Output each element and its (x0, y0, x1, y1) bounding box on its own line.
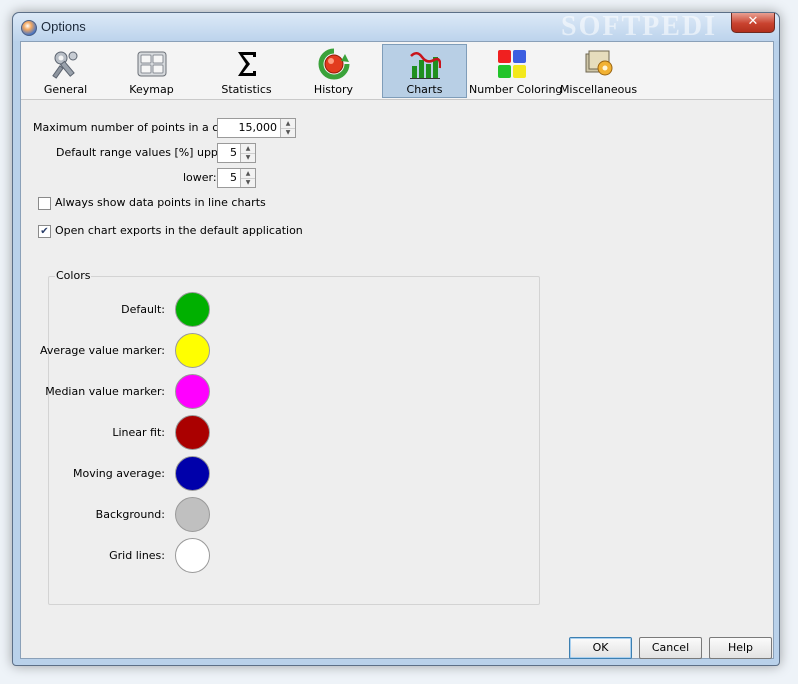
range-lower-label: lower: (183, 171, 217, 184)
open-exports-label[interactable]: Open chart exports in the default applic… (55, 224, 303, 237)
color-swatch-median-marker[interactable] (175, 374, 210, 409)
tab-number-coloring-label: Number Coloring (469, 83, 563, 96)
color-label-average-marker: Average value marker: (40, 344, 165, 357)
range-upper-label: Default range values [%] upper: (56, 146, 233, 159)
color-label-linear-fit: Linear fit: (112, 426, 165, 439)
color-label-moving-average: Moving average: (73, 467, 165, 480)
color-label-median-marker: Median value marker: (45, 385, 165, 398)
tab-charts[interactable]: Charts (382, 44, 467, 98)
colors-group-title: Colors (55, 269, 92, 282)
color-swatch-linear-fit[interactable] (175, 415, 210, 450)
checkmark-icon: ✔ (40, 226, 49, 237)
help-button[interactable]: Help (709, 637, 772, 659)
tab-miscellaneous[interactable]: Miscellaneous (556, 44, 641, 98)
color-label-grid-lines: Grid lines: (109, 549, 165, 562)
color-swatch-default[interactable] (175, 292, 210, 327)
always-show-points-checkbox[interactable] (38, 197, 51, 210)
color-swatch-background[interactable] (175, 497, 210, 532)
color-swatch-moving-average[interactable] (175, 456, 210, 491)
tab-statistics[interactable]: Statistics (204, 44, 289, 98)
app-icon (21, 20, 37, 36)
range-upper-spinner[interactable]: 5 ▲ ▼ (217, 143, 256, 163)
chart-icon (409, 52, 441, 79)
tab-statistics-label: Statistics (221, 83, 272, 96)
color-squares-icon (498, 50, 526, 78)
window-title: Options (41, 19, 86, 34)
keyboard-icon (137, 51, 166, 77)
spinner-down-icon[interactable]: ▼ (241, 178, 255, 187)
tab-history-label: History (313, 83, 354, 96)
misc-icon (585, 50, 612, 76)
open-exports-checkbox[interactable]: ✔ (38, 225, 51, 238)
color-swatch-grid-lines[interactable] (175, 538, 210, 573)
cancel-button[interactable]: Cancel (639, 637, 702, 659)
max-points-spinner[interactable]: 15,000 ▲ ▼ (217, 118, 296, 138)
always-show-points-label[interactable]: Always show data points in line charts (55, 196, 266, 209)
spinner-down-icon[interactable]: ▼ (281, 128, 295, 137)
wrench-icon (51, 51, 77, 79)
category-toolbar: General Keymap Statistics History Charts… (21, 42, 773, 100)
max-points-label: Maximum number of points in a chart: (33, 121, 245, 134)
ok-button[interactable]: OK (569, 637, 632, 659)
history-icon (318, 48, 349, 80)
range-lower-value: 5 (230, 171, 237, 184)
close-icon: ✕ (747, 14, 759, 29)
spinner-down-icon[interactable]: ▼ (241, 153, 255, 162)
tab-number-coloring[interactable]: Number Coloring (468, 44, 563, 98)
tab-charts-label: Charts (406, 83, 443, 96)
tab-general[interactable]: General (23, 44, 108, 98)
tab-history[interactable]: History (291, 44, 376, 98)
tab-keymap[interactable]: Keymap (109, 44, 194, 98)
tab-keymap-label: Keymap (129, 83, 174, 96)
color-swatch-average-marker[interactable] (175, 333, 210, 368)
colors-group: Colors Default: Average value marker: Me… (40, 269, 540, 605)
max-points-value: 15,000 (238, 121, 278, 134)
watermark: SOFTPEDI (561, 11, 718, 42)
charts-settings-panel: Maximum number of points in a chart: 15,… (21, 100, 773, 658)
dialog-content: General Keymap Statistics History Charts… (20, 41, 774, 659)
title-bar[interactable]: Options SOFTPEDI ✕ (13, 11, 779, 42)
color-label-background: Background: (95, 508, 165, 521)
range-lower-spinner[interactable]: 5 ▲ ▼ (217, 168, 256, 188)
tab-miscellaneous-label: Miscellaneous (559, 83, 638, 96)
sigma-icon (237, 52, 256, 76)
options-window: Options SOFTPEDI ✕ General Keymap Statis… (12, 11, 780, 666)
range-upper-value: 5 (230, 146, 237, 159)
tab-general-label: General (43, 83, 88, 96)
close-button[interactable]: ✕ (731, 13, 775, 33)
color-label-default: Default: (121, 303, 165, 316)
